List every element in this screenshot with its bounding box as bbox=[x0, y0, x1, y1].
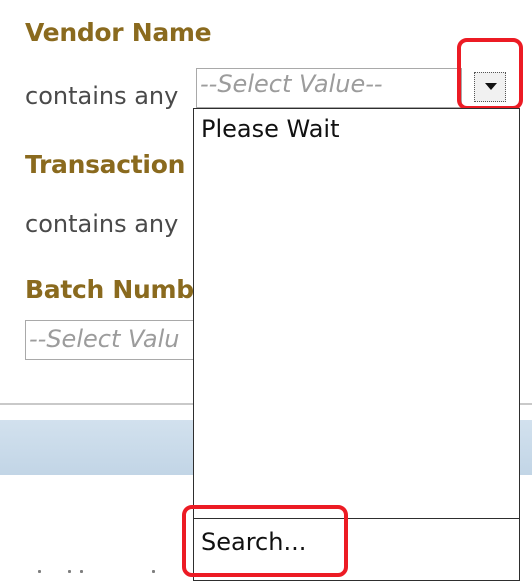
transaction-title: Transaction bbox=[25, 150, 186, 179]
vendor-select-placeholder: --Select Value-- bbox=[200, 70, 383, 98]
vendor-select-input[interactable]: --Select Value-- bbox=[196, 68, 462, 108]
popup-loading-text: Please Wait bbox=[201, 115, 340, 143]
batch-number-title: Batch Numb bbox=[25, 275, 194, 304]
batch-select-placeholder: --Select Valu bbox=[29, 325, 180, 353]
popup-separator bbox=[194, 518, 519, 519]
chevron-down-icon bbox=[485, 83, 497, 90]
vendor-name-title: Vendor Name bbox=[25, 18, 212, 47]
batch-select-input[interactable]: --Select Valu bbox=[25, 320, 205, 360]
popup-search-link[interactable]: Search... bbox=[201, 528, 306, 556]
truncated-text-dot bbox=[80, 570, 83, 573]
truncated-text-dot bbox=[68, 570, 71, 573]
vendor-dropdown-popup[interactable]: Please Wait Search... bbox=[193, 108, 520, 581]
truncated-text-dot bbox=[152, 570, 155, 573]
vendor-operator-label: contains any bbox=[25, 82, 179, 110]
truncated-text-dot bbox=[38, 570, 41, 573]
vendor-dropdown-button[interactable] bbox=[474, 72, 506, 102]
transaction-operator-label: contains any bbox=[25, 210, 179, 238]
